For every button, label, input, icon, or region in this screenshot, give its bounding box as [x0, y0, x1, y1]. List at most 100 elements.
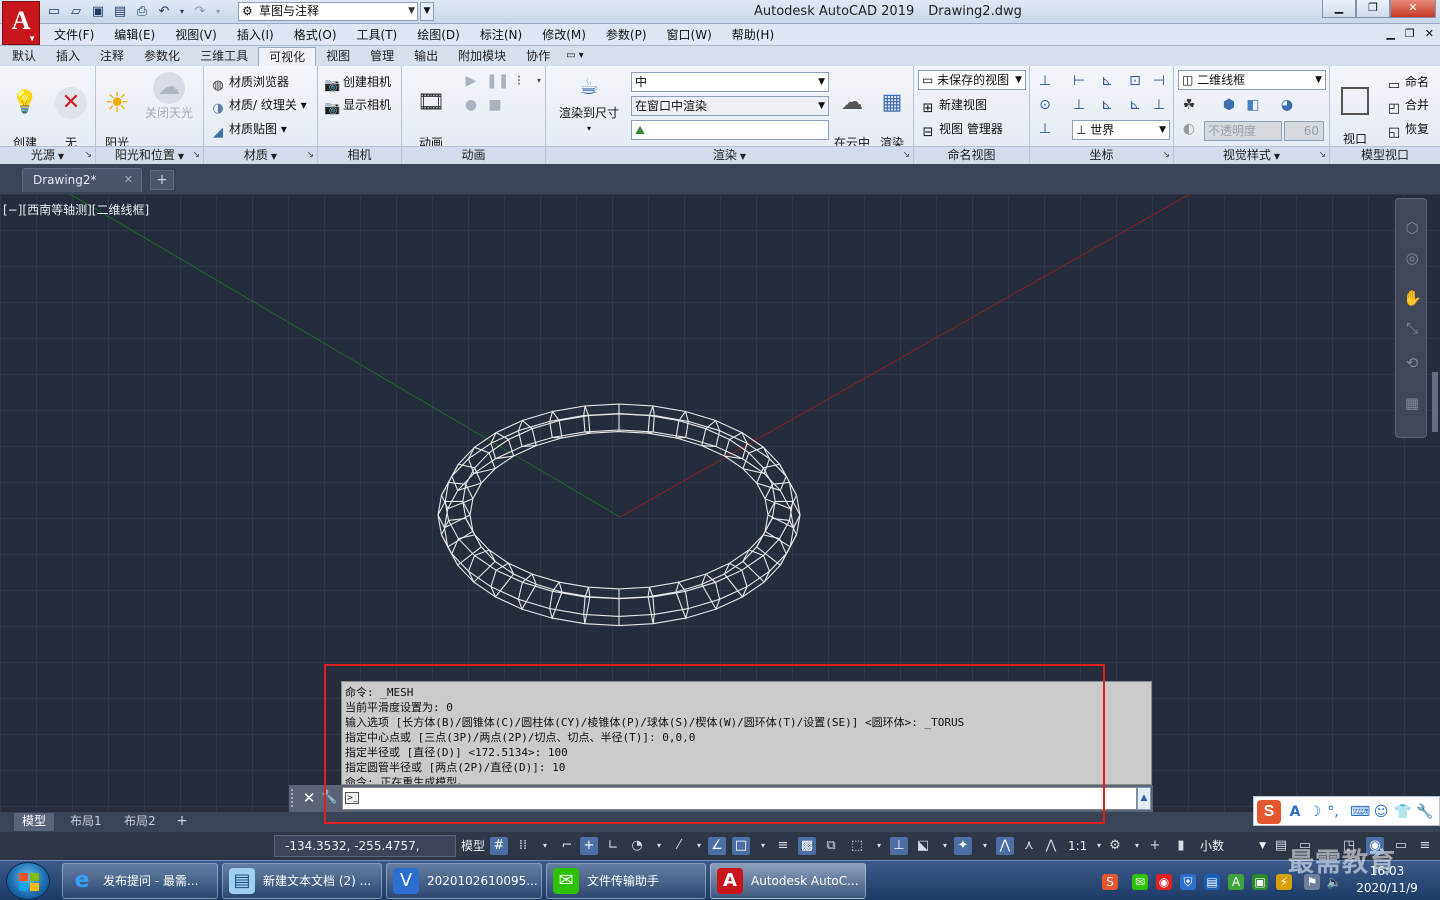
annotation-scale-select[interactable]: 1:1 [1068, 835, 1087, 857]
ortho-icon[interactable]: ∟ [604, 837, 622, 855]
units-icon[interactable]: ▮ [1172, 837, 1190, 855]
nvidia-icon[interactable]: ▣ [1252, 874, 1268, 890]
create-camera-button[interactable]: 📷 创建相机 [324, 72, 391, 93]
ucs-origin-icon[interactable]: ⊙ [1036, 96, 1054, 114]
keyboard-icon[interactable]: ⌨ [1350, 802, 1370, 822]
taskbar-item-browser[interactable]: e 发布提问 - 最需... [62, 863, 218, 899]
autodesk-tray-icon[interactable]: A [1228, 874, 1244, 890]
menu-insert[interactable]: 插入(I) [227, 27, 284, 43]
named-view-select[interactable]: ▭ 未保存的视图 ▼ [918, 70, 1026, 90]
file-tab-drawing[interactable]: Drawing2* ✕ [22, 168, 142, 192]
panel-launcher-icon[interactable]: ↘ [902, 147, 910, 164]
ucs-y-icon[interactable]: ⊾ [1098, 96, 1116, 114]
viewport-controls-label[interactable]: [−][西南等轴测][二维线框] [3, 201, 149, 218]
menu-file[interactable]: 文件(F) [44, 27, 104, 43]
workspace-select[interactable]: ⚙ 草图与注释 ▼ [238, 2, 418, 21]
new-tab-button[interactable]: + [150, 170, 174, 190]
doc-close-icon[interactable]: ✕ [1425, 27, 1434, 40]
chevron-down-icon[interactable]: ▾ [1128, 837, 1146, 855]
opacity-slider[interactable]: 不透明度 [1204, 121, 1282, 141]
render-environment-field[interactable]: ⛰ [631, 120, 829, 140]
panel-title-coordinates[interactable]: 坐标 ↘ [1030, 146, 1173, 164]
ucs-icon[interactable]: ⊥ [1036, 72, 1054, 90]
annotation-visibility-icon[interactable]: ⋀ [996, 837, 1014, 855]
weibo-tray-icon[interactable]: ◉ [1156, 874, 1172, 890]
panel-launcher-icon[interactable]: ↘ [1318, 147, 1326, 164]
new-view-button[interactable]: ⊞ 新建视图 [920, 95, 987, 116]
command-prompt-icon[interactable]: >_ [345, 792, 359, 804]
render-to-size-button[interactable]: ☕ 渲染到尺寸 ▾ [554, 72, 624, 136]
panel-launcher-icon[interactable]: ↘ [1162, 147, 1170, 164]
menu-edit[interactable]: 编辑(E) [104, 27, 165, 43]
doc-restore-icon[interactable]: ❐ [1405, 27, 1415, 40]
open-folder-icon[interactable]: ▱ [68, 4, 84, 20]
stop-icon[interactable]: ■ [486, 96, 504, 114]
ucs-world-icon[interactable]: ⊣ [1150, 72, 1168, 90]
menu-draw[interactable]: 绘图(D) [407, 27, 470, 43]
play-icon[interactable]: ▶ [462, 72, 480, 90]
viewcube-icon[interactable]: ⬡ [1403, 219, 1421, 237]
redo-icon[interactable]: ↷ [192, 4, 208, 20]
annotation-monitor-icon[interactable]: + [1146, 837, 1164, 855]
ucs-x-icon[interactable]: ⊥ [1070, 96, 1088, 114]
panel-title-named-views[interactable]: 命名视图 [914, 146, 1029, 164]
restore-button[interactable]: ❐ [1356, 0, 1390, 18]
action-center-icon[interactable]: ⚑ [1304, 874, 1320, 890]
panel-title-visual-styles[interactable]: 视觉样式 ▼ ↘ [1174, 146, 1329, 164]
moon-icon[interactable]: ☽ [1306, 802, 1324, 822]
menu-parametric[interactable]: 参数(P) [596, 27, 657, 43]
coordinate-readout[interactable]: -134.3532, -255.4757, 0.0000 [274, 835, 456, 873]
tab-default[interactable]: 默认 [2, 47, 46, 66]
chevron-down-icon[interactable]: ▾ [536, 837, 554, 855]
taskbar-clock[interactable]: 16:03 2020/11/9 [1352, 863, 1422, 897]
auto-scale-icon[interactable]: ⋏ [1020, 837, 1038, 855]
layout-tab-model[interactable]: 模型 [14, 813, 55, 831]
chevron-down-icon[interactable]: ▾ [870, 837, 888, 855]
steering-wheel-icon[interactable]: ◎ [1403, 249, 1421, 267]
isolate-objects-icon[interactable]: ◳ [1340, 837, 1358, 855]
render-quality-select[interactable]: 中 ▼ [631, 72, 829, 92]
wechat-tray-icon[interactable]: ✉ [1132, 874, 1148, 890]
user-icon[interactable]: ☺ [1372, 802, 1390, 822]
tab-insert[interactable]: 插入 [46, 47, 90, 66]
wrench-icon[interactable]: 🔧 [321, 788, 337, 808]
shirt-icon[interactable]: 👕 [1394, 802, 1412, 822]
taskbar-item-video[interactable]: V 2020102610095... [386, 863, 542, 899]
lighting-icon[interactable]: ◕ [1278, 96, 1296, 114]
panel-launcher-icon[interactable]: ↘ [192, 147, 200, 164]
add-layout-button[interactable]: + [172, 813, 192, 831]
taskbar-item-autocad[interactable]: A Autodesk AutoC... [710, 863, 866, 899]
walk-icon[interactable]: ⁝ [510, 72, 528, 90]
layout-tab-layout2[interactable]: 布局2 [116, 813, 164, 831]
tab-view[interactable]: 视图 [316, 47, 360, 66]
application-menu-button[interactable]: A ▼ [2, 1, 40, 45]
menu-format[interactable]: 格式(O) [284, 27, 347, 43]
tab-manage[interactable]: 管理 [360, 47, 404, 66]
zoom-extents-icon[interactable]: ⤡ [1403, 319, 1421, 337]
close-button[interactable]: ✕ [1390, 0, 1436, 18]
panel-title-lights[interactable]: 光源 ▼ ↘ [0, 146, 95, 164]
tab-output[interactable]: 输出 [404, 47, 448, 66]
panel-title-animation[interactable]: 动画 [402, 146, 545, 164]
selection-cycling-icon[interactable]: ⧉ [822, 837, 840, 855]
wrench-icon[interactable]: 🔧 [1416, 802, 1434, 822]
hardware-acceleration-icon[interactable]: ◉ [1366, 837, 1384, 855]
panel-launcher-icon[interactable]: ↘ [84, 147, 92, 164]
start-button[interactable] [6, 862, 50, 900]
new-file-icon[interactable]: ▭ [46, 4, 62, 20]
showmotion-icon[interactable]: ▦ [1403, 394, 1421, 412]
redo-dropdown-icon[interactable]: ▾ [214, 4, 222, 20]
chevron-down-icon[interactable]: ▾ [754, 837, 772, 855]
tab-parametric[interactable]: 参数化 [134, 47, 190, 66]
torus-mesh[interactable] [437, 403, 801, 627]
shadow-icon[interactable]: ◧ [1244, 96, 1262, 114]
layout-tab-layout1[interactable]: 布局1 [62, 813, 110, 831]
customization-icon[interactable]: ≡ [1416, 837, 1434, 855]
ime-mode-toggle[interactable]: A [1286, 802, 1304, 822]
chevron-down-icon[interactable]: ▾ [976, 837, 994, 855]
polar-tracking-icon[interactable]: ◔ [628, 837, 646, 855]
isodraft-icon[interactable]: ⁄ [670, 837, 688, 855]
dynamic-input-icon[interactable]: + [580, 837, 598, 855]
material-textures-button[interactable]: ◑ 材质/ 纹理关 ▾ [210, 95, 306, 116]
tab-visualize[interactable]: 可视化 [258, 47, 317, 66]
